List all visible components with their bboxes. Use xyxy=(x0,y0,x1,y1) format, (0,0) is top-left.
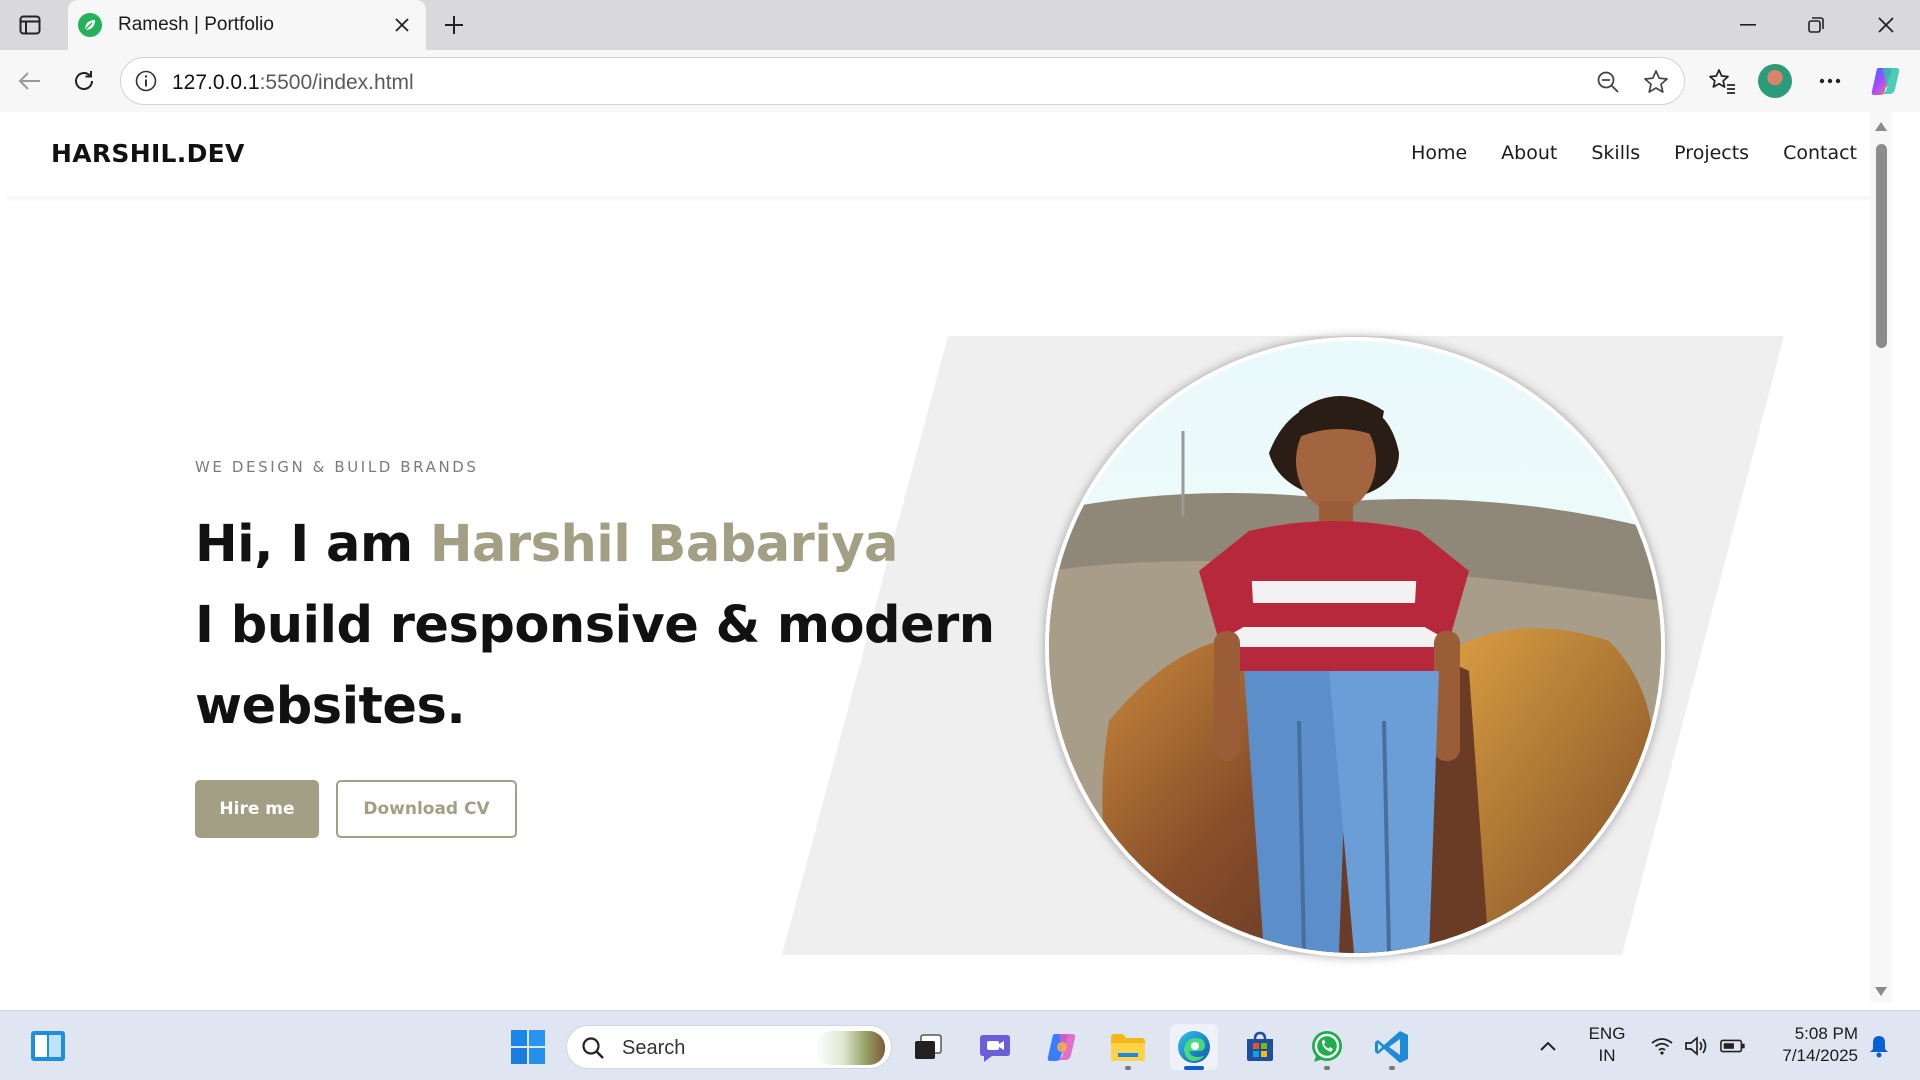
url-path: :5500/index.html xyxy=(259,71,414,94)
running-indicator xyxy=(1324,1066,1330,1070)
green-leaf-icon xyxy=(78,13,102,37)
close-tab-icon[interactable] xyxy=(390,13,414,37)
hire-me-button[interactable]: Hire me xyxy=(195,780,319,838)
page-scrollbar[interactable] xyxy=(1870,112,1892,1002)
profile-photo xyxy=(1045,337,1665,957)
restore-icon[interactable] xyxy=(1782,0,1850,50)
site-header: HARSHIL.DEV Home About Skills Projects C… xyxy=(6,112,1892,196)
nav-contact[interactable]: Contact xyxy=(1783,142,1857,164)
clock-time: 5:08 PM xyxy=(1794,1024,1858,1043)
hero-line3: websites. xyxy=(195,677,466,736)
search-icon xyxy=(582,1037,604,1059)
favorites-icon[interactable] xyxy=(1704,63,1740,99)
taskbar-search[interactable]: Search xyxy=(566,1025,892,1069)
search-highlight-illustration xyxy=(815,1031,885,1065)
browser-tab-active[interactable]: Ramesh | Portfolio xyxy=(68,0,426,50)
file-explorer-icon[interactable] xyxy=(1104,1024,1152,1070)
copilot-taskbar-icon[interactable] xyxy=(1038,1024,1086,1070)
teams-chat-icon[interactable] xyxy=(971,1024,1019,1070)
hero-greeting: Hi, I am xyxy=(195,515,430,574)
clock-date: 7/14/2025 xyxy=(1782,1046,1858,1065)
scroll-thumb[interactable] xyxy=(1876,144,1887,348)
notification-bell-icon[interactable] xyxy=(1866,1033,1892,1059)
vscode-icon[interactable] xyxy=(1368,1024,1416,1070)
running-indicator xyxy=(1389,1066,1395,1070)
hero-eyebrow: WE DESIGN & BUILD BRANDS xyxy=(195,458,479,476)
task-view-icon[interactable] xyxy=(904,1024,952,1070)
battery-icon[interactable] xyxy=(1720,1034,1746,1058)
browser-toolbar: 127.0.0.1:5500/index.html xyxy=(0,50,1920,112)
back-arrow-icon[interactable] xyxy=(12,63,48,99)
hero-name: Harshil Babariya xyxy=(429,515,899,574)
hero-line2: I build responsive & modern xyxy=(195,596,995,655)
scroll-down-arrow-icon[interactable] xyxy=(1875,987,1887,996)
microsoft-store-icon[interactable] xyxy=(1236,1024,1284,1070)
system-clock[interactable]: 5:08 PM 7/14/2025 xyxy=(1762,1023,1858,1067)
windows-start-icon[interactable] xyxy=(504,1024,552,1070)
zoom-out-icon[interactable] xyxy=(1594,68,1622,96)
nav-skills[interactable]: Skills xyxy=(1591,142,1640,164)
widgets-icon[interactable] xyxy=(30,1028,66,1064)
nav-about[interactable]: About xyxy=(1501,142,1557,164)
url-host: 127.0.0.1 xyxy=(172,71,260,94)
whatsapp-icon[interactable] xyxy=(1303,1024,1351,1070)
scroll-up-arrow-icon[interactable] xyxy=(1875,122,1887,131)
new-tab-icon[interactable] xyxy=(438,9,470,41)
more-icon[interactable] xyxy=(1812,63,1848,99)
hero-headline: Hi, I am Harshil Babariya I build respon… xyxy=(195,504,995,747)
windows-taskbar: Search ENG IN 5:08 PM 7/14/2025 xyxy=(0,1010,1920,1080)
close-window-icon[interactable] xyxy=(1852,0,1920,50)
active-indicator xyxy=(1184,1066,1204,1070)
url-text[interactable]: 127.0.0.1:5500/index.html xyxy=(172,71,414,95)
lang-code: ENG xyxy=(1588,1024,1626,1043)
nav-home[interactable]: Home xyxy=(1411,142,1467,164)
nav-projects[interactable]: Projects xyxy=(1674,142,1749,164)
site-nav: Home About Skills Projects Contact xyxy=(1411,142,1857,164)
tab-actions-icon[interactable] xyxy=(14,9,46,41)
download-cv-button[interactable]: Download CV xyxy=(336,780,517,838)
copilot-icon[interactable] xyxy=(1868,63,1904,99)
info-icon[interactable] xyxy=(133,68,159,94)
chevron-up-icon[interactable] xyxy=(1535,1033,1561,1059)
input-language[interactable]: ENG IN xyxy=(1580,1023,1634,1067)
tab-title: Ramesh | Portfolio xyxy=(118,14,274,35)
search-label: Search xyxy=(622,1037,686,1059)
running-indicator xyxy=(1125,1066,1131,1070)
lang-region: IN xyxy=(1598,1046,1616,1065)
browser-tab-bar: Ramesh | Portfolio xyxy=(0,0,1920,50)
address-bar[interactable]: 127.0.0.1:5500/index.html xyxy=(120,57,1685,105)
avatar xyxy=(1758,64,1792,98)
volume-icon[interactable] xyxy=(1684,1034,1710,1058)
page-viewport: HARSHIL.DEV Home About Skills Projects C… xyxy=(6,112,1892,1002)
wifi-icon[interactable] xyxy=(1649,1034,1675,1058)
profile-avatar[interactable] xyxy=(1757,63,1793,99)
edge-icon[interactable] xyxy=(1170,1024,1218,1070)
star-icon[interactable] xyxy=(1642,68,1670,96)
refresh-icon[interactable] xyxy=(66,63,102,99)
site-logo[interactable]: HARSHIL.DEV xyxy=(51,139,245,168)
minimize-icon[interactable] xyxy=(1714,0,1782,50)
